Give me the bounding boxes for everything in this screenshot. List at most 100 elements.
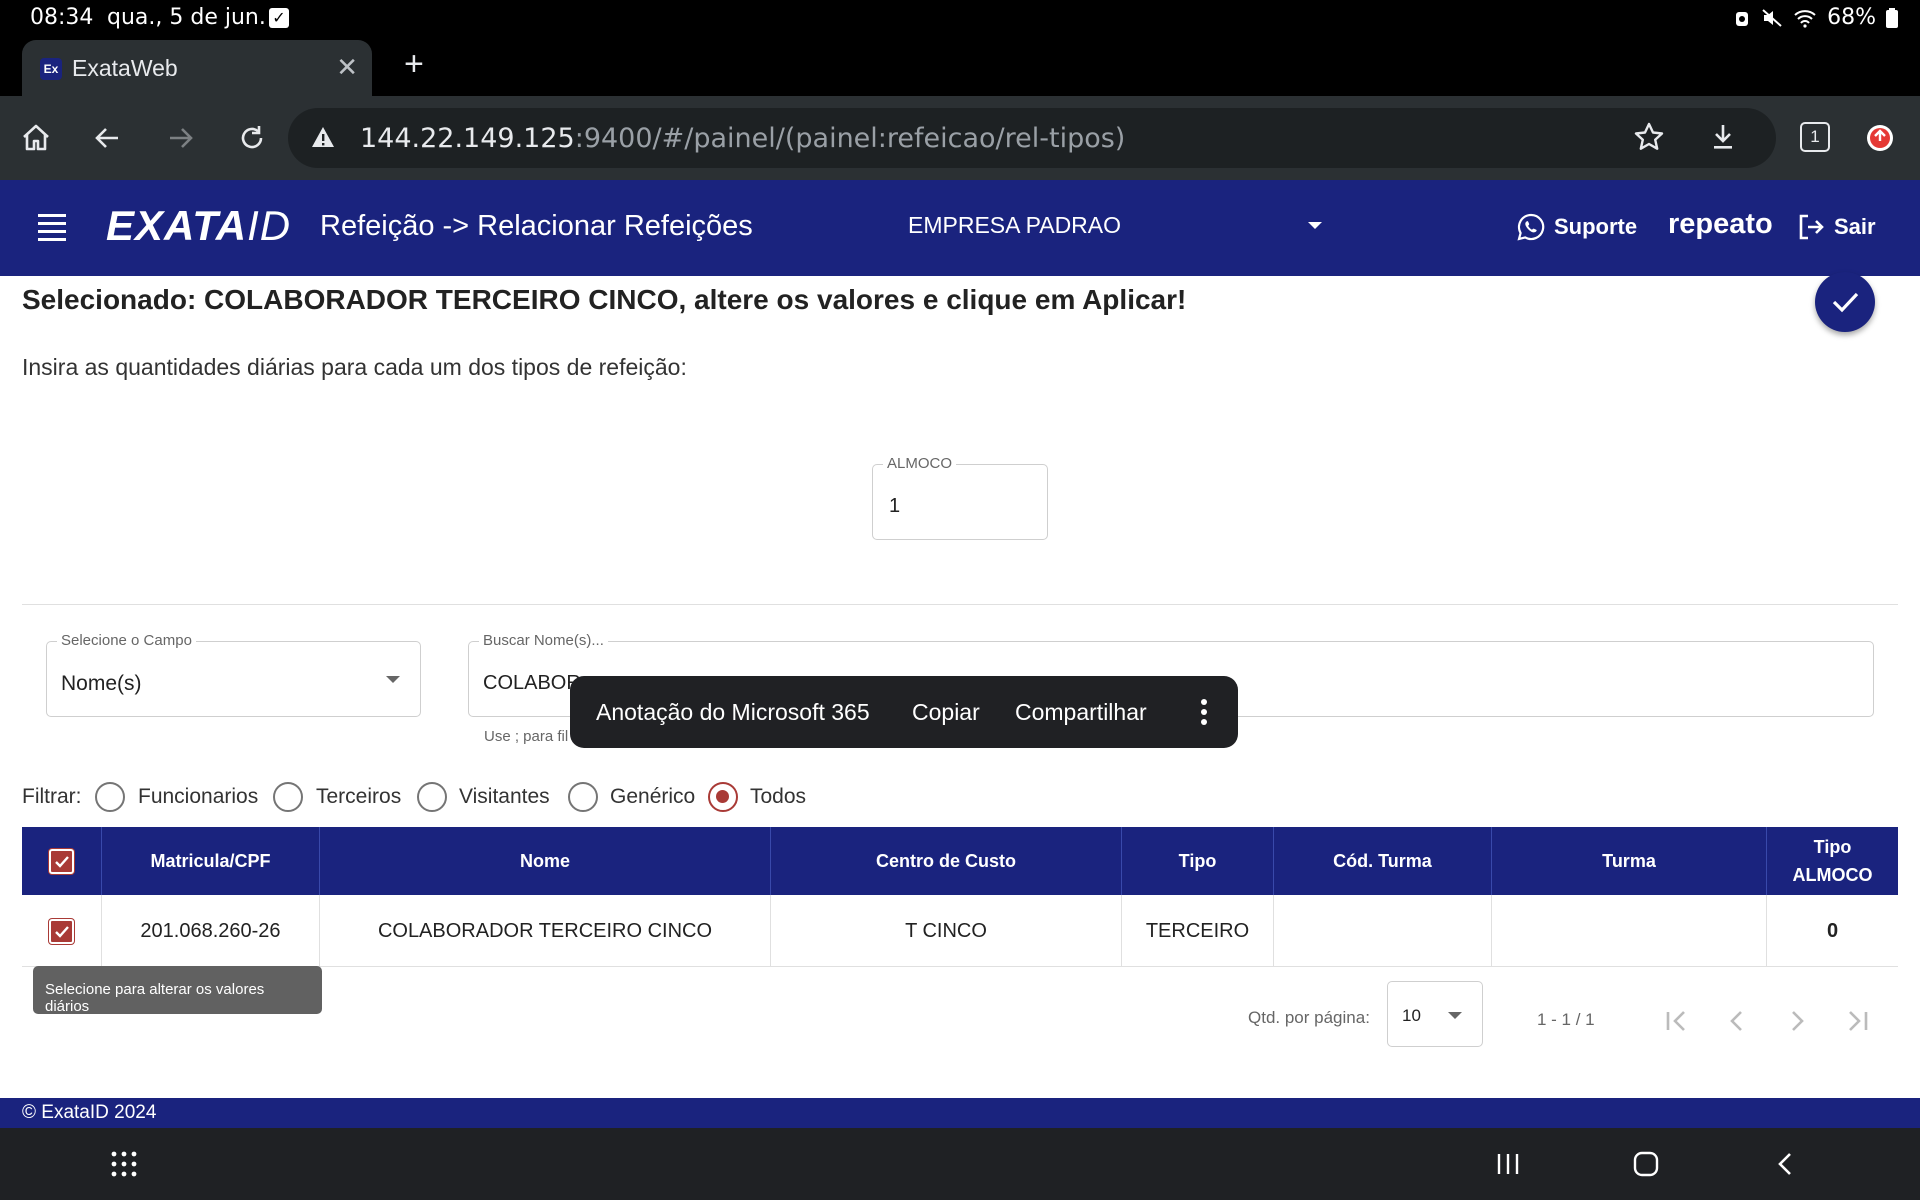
battery-icon (1886, 7, 1898, 28)
select-all-checkbox[interactable] (49, 848, 74, 874)
almoco-label: ALMOCO (883, 455, 957, 472)
support-label: Suporte (1554, 214, 1638, 239)
company-select[interactable]: EMPRESA PADRAO (908, 212, 1121, 239)
cell-nome: COLABORADOR TERCEIRO CINCO (320, 895, 771, 967)
tab-switcher-button[interactable]: 1 (1800, 122, 1830, 152)
header-turma[interactable]: Turma (1492, 827, 1767, 895)
header-nome[interactable]: Nome (320, 827, 771, 895)
home-icon[interactable] (18, 120, 54, 156)
browser-toolbar: 144.22.149.125:9400/#/painel/(painel:ref… (0, 96, 1920, 180)
download-icon[interactable] (1706, 120, 1740, 154)
apps-grid-icon[interactable] (110, 1150, 138, 1178)
bookmark-star-icon[interactable] (1632, 120, 1666, 154)
first-page-icon[interactable] (1660, 1004, 1694, 1038)
text-selection-context-menu: Anotação do Microsoft 365 Copiar Compart… (570, 676, 1238, 748)
field-select-label: Selecione o Campo (57, 632, 196, 649)
url-host: 144.22.149.125 (360, 123, 575, 154)
new-tab-button[interactable]: + (404, 44, 424, 84)
browser-tab[interactable]: Ex ExataWeb ✕ (22, 40, 372, 96)
cell-cod-turma (1274, 895, 1492, 967)
radio-label-terceiros: Terceiros (316, 785, 402, 808)
selected-employee-message: Selecionado: COLABORADOR TERCEIRO CINCO,… (22, 284, 1187, 315)
menu-item-microsoft-365-note[interactable]: Anotação do Microsoft 365 (596, 699, 870, 726)
apply-button[interactable] (1815, 272, 1875, 332)
page-size-label: Qtd. por página: (1248, 1008, 1370, 1027)
page-size-value: 10 (1402, 1006, 1421, 1025)
page-size-select[interactable]: 10 (1387, 981, 1483, 1047)
row-checkbox[interactable] (49, 918, 74, 944)
header-tipo-almoco[interactable]: Tipo ALMOCO (1767, 827, 1898, 895)
cell-tipo-almoco: 0 (1826, 919, 1839, 942)
battery-percent: 68% (1827, 5, 1876, 30)
almoco-value[interactable]: 1 (889, 495, 900, 518)
cell-turma (1492, 895, 1767, 967)
forward-arrow-icon[interactable] (162, 120, 198, 156)
search-value[interactable]: COLABOR (483, 672, 581, 695)
update-alert-icon[interactable] (1862, 120, 1898, 156)
previous-page-icon[interactable] (1720, 1004, 1754, 1038)
whatsapp-icon (1517, 213, 1545, 241)
select-all-cell (22, 827, 102, 895)
chevron-down-icon[interactable] (386, 676, 400, 683)
page-size-chevron-down-icon[interactable] (1448, 1012, 1462, 1019)
favicon: Ex (40, 58, 62, 80)
cell-centro-custo: T CINCO (771, 895, 1122, 967)
search-label: Buscar Nome(s)... (479, 632, 608, 649)
system-navigation-bar (0, 1128, 1920, 1200)
last-page-icon[interactable] (1840, 1004, 1874, 1038)
recent-apps-icon[interactable] (1494, 1150, 1522, 1178)
alarm-icon (1736, 11, 1749, 26)
tab-count: 1 (1810, 127, 1820, 146)
logout-button[interactable]: Sair (1796, 212, 1876, 242)
clock: 08:34 (30, 5, 94, 30)
logout-icon (1799, 214, 1824, 240)
username: repeato (1668, 208, 1773, 240)
radio-label-generico: Genérico (610, 785, 696, 808)
company-chevron-down-icon[interactable] (1308, 222, 1322, 229)
home-button-icon[interactable] (1632, 1150, 1660, 1178)
hamburger-menu-icon[interactable] (38, 214, 66, 246)
back-arrow-icon[interactable] (90, 120, 126, 156)
table-header: Matricula/CPF Nome Centro de Custo Tipo … (22, 827, 1898, 895)
url-path: :9400/#/painel/(painel:refeicao/rel-tipo… (574, 123, 1126, 154)
radio-terceiros[interactable] (273, 782, 303, 812)
mute-icon (1762, 8, 1782, 27)
close-tab-icon[interactable]: ✕ (336, 52, 358, 83)
header-matricula[interactable]: Matricula/CPF (102, 827, 320, 895)
page-range: 1 - 1 / 1 (1537, 1010, 1595, 1029)
radio-visitantes[interactable] (417, 782, 447, 812)
system-status-bar: 08:34 qua., 5 de jun. ✓ 68% (0, 0, 1920, 36)
cell-matricula: 201.068.260-26 (102, 895, 320, 967)
url-text[interactable]: 144.22.149.125:9400/#/painel/(painel:ref… (360, 123, 1125, 154)
header-cod-turma[interactable]: Cód. Turma (1274, 827, 1492, 895)
table-row[interactable]: 201.068.260-26 COLABORADOR TERCEIRO CINC… (22, 895, 1898, 967)
more-vert-icon[interactable] (1200, 698, 1208, 726)
radio-label-visitantes: Visitantes (459, 785, 550, 808)
menu-item-share[interactable]: Compartilhar (1015, 699, 1147, 726)
address-bar[interactable]: 144.22.149.125:9400/#/painel/(painel:ref… (288, 108, 1776, 168)
tab-strip: Ex ExataWeb ✕ (0, 36, 1920, 96)
tooltip: Selecione para alterar os valores diário… (33, 966, 322, 1015)
copyright-text: © ExataID 2024 (22, 1102, 157, 1123)
field-select[interactable]: Selecione o Campo Nome(s) (46, 632, 421, 717)
menu-item-copy[interactable]: Copiar (912, 699, 980, 726)
not-secure-warning-icon[interactable] (310, 124, 336, 150)
support-button[interactable]: Suporte (1516, 212, 1637, 242)
radio-label-todos: Todos (750, 785, 807, 808)
row-select-cell (22, 895, 102, 967)
header-tipo-almoco-line2: ALMOCO (1792, 865, 1873, 885)
next-page-icon[interactable] (1780, 1004, 1814, 1038)
radio-generico[interactable] (568, 782, 598, 812)
radio-todos[interactable] (708, 782, 738, 812)
radio-funcionarios[interactable] (95, 782, 125, 812)
header-centro-custo[interactable]: Centro de Custo (771, 827, 1122, 895)
system-back-icon[interactable] (1772, 1150, 1800, 1178)
header-tipo[interactable]: Tipo (1122, 827, 1274, 895)
checkmark-icon (1832, 292, 1859, 313)
almoco-quantity-field[interactable]: ALMOCO 1 (872, 455, 1048, 540)
notification-check-icon: ✓ (269, 8, 289, 28)
cell-tipo: TERCEIRO (1122, 895, 1274, 967)
header-tipo-almoco-line1: Tipo (1813, 837, 1852, 857)
reload-icon[interactable] (234, 120, 270, 156)
field-select-value: Nome(s) (61, 672, 142, 695)
